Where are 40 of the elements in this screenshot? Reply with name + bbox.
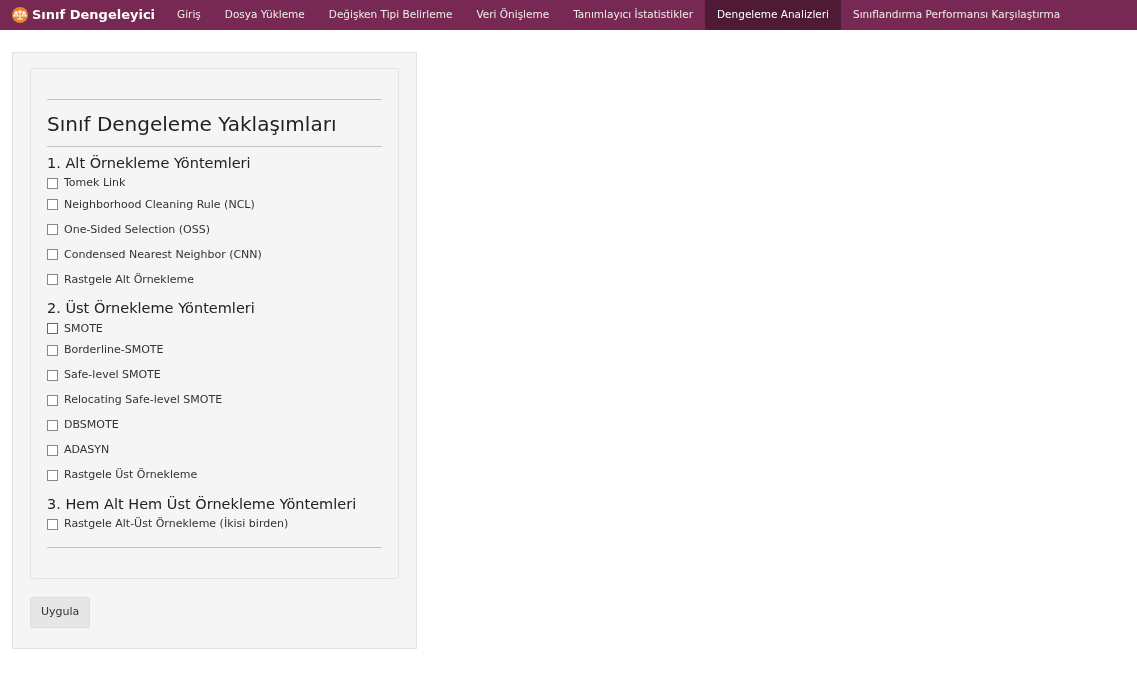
checkbox[interactable] xyxy=(47,224,58,236)
checkbox-label[interactable]: One-Sided Selection (OSS) xyxy=(64,221,211,239)
nav-tab[interactable]: Giriş xyxy=(165,0,213,30)
nav-tab[interactable]: Veri Önişleme xyxy=(464,0,562,30)
checkbox-label[interactable]: Safe-level SMOTE xyxy=(64,367,161,384)
checkbox-label[interactable]: Rastgele Üst Örnekleme xyxy=(64,467,198,484)
checkbox[interactable] xyxy=(47,394,58,406)
checkbox[interactable] xyxy=(47,344,58,356)
section-heading: 3. Hem Alt Hem Üst Örnekleme Yöntemleri xyxy=(47,495,358,514)
checkbox-label[interactable]: Condensed Nearest Neighbor (CNN) xyxy=(64,246,262,264)
checkbox[interactable] xyxy=(47,249,58,261)
brand-title[interactable]: Sınıf Dengeleyici xyxy=(32,5,156,25)
checkbox-label[interactable]: SMOTE xyxy=(64,320,103,338)
checkbox-label[interactable]: Neighborhood Cleaning Rule (NCL) xyxy=(64,196,255,214)
checkbox[interactable] xyxy=(47,419,58,431)
checkbox-label[interactable]: Rastgele Alt-Üst Örnekleme (İkisi birden) xyxy=(64,515,289,533)
checkbox-label[interactable]: Tomek Link xyxy=(64,175,126,192)
checkbox[interactable] xyxy=(47,369,58,381)
checkbox[interactable] xyxy=(47,323,58,335)
panel-title: Sınıf Dengeleme Yaklaşımları xyxy=(47,112,338,136)
nav-tab[interactable]: Değişken Tipi Belirleme xyxy=(316,0,465,30)
scale-logo-icon xyxy=(12,7,28,23)
nav-tab[interactable]: Tanımlayıcı İstatistikler xyxy=(561,0,706,30)
checkbox-label[interactable]: Borderline-SMOTE xyxy=(64,342,164,359)
checkbox[interactable] xyxy=(47,518,58,530)
checkbox[interactable] xyxy=(47,177,58,189)
checkbox-label[interactable]: DBSMOTE xyxy=(64,417,119,434)
nav-tab[interactable]: Dosya Yükleme xyxy=(212,0,317,30)
checkbox-label[interactable]: ADASYN xyxy=(64,442,110,459)
section-heading: 2. Üst Örnekleme Yöntemleri xyxy=(47,300,256,318)
checkbox-label[interactable]: Relocating Safe-level SMOTE xyxy=(64,392,223,409)
checkbox[interactable] xyxy=(47,444,58,456)
checkbox[interactable] xyxy=(47,199,58,211)
checkbox[interactable] xyxy=(47,274,58,286)
nav-tab[interactable]: Sınıflandırma Performansı Karşılaştırma xyxy=(841,0,1073,30)
checkbox[interactable] xyxy=(47,469,58,481)
checkbox-label[interactable]: Rastgele Alt Örnekleme xyxy=(64,271,195,289)
nav-tab[interactable]: Dengeleme Analizleri xyxy=(705,0,841,30)
apply-button[interactable]: Uygula xyxy=(30,597,91,628)
section-heading: 1. Alt Örnekleme Yöntemleri xyxy=(47,155,252,173)
